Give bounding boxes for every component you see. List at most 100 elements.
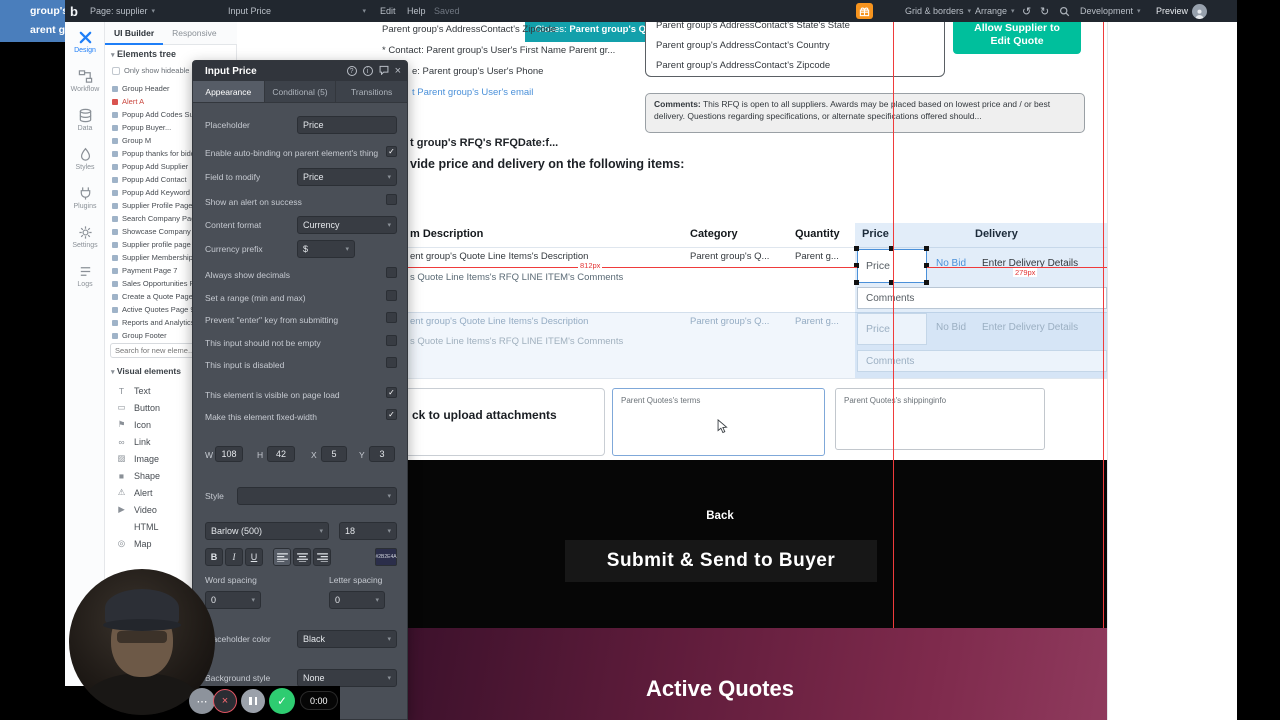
link-element-icon: ∞ <box>118 436 125 447</box>
set-range-checkbox[interactable] <box>386 290 397 301</box>
upload-attachments-box[interactable] <box>398 388 605 456</box>
upload-attachments-text[interactable]: ck to upload attachments <box>412 408 557 422</box>
resize-handle[interactable] <box>854 246 859 251</box>
undo-icon[interactable]: ↺ <box>1022 0 1031 22</box>
only-show-hideable[interactable]: Only show hideable <box>112 66 189 75</box>
comments-note-box[interactable]: Comments: This RFQ is open to all suppli… <box>645 93 1085 133</box>
align-left-icon[interactable] <box>273 548 291 566</box>
recorder-more-button[interactable]: ⋯ <box>189 688 215 714</box>
row2-price-input[interactable]: Price <box>857 313 927 345</box>
search-icon[interactable] <box>1059 0 1070 22</box>
chevron-down-icon: ▾ <box>967 8 972 15</box>
rail-item-styles[interactable]: Styles <box>65 139 105 178</box>
email-link-text[interactable]: t Parent group's User's email <box>412 87 533 98</box>
property-editor-titlebar[interactable]: Input Price ? i × <box>193 61 407 81</box>
elements-tree-header[interactable]: ▾ Elements tree <box>111 49 176 59</box>
recorder-pause-button[interactable] <box>241 689 265 713</box>
placeholder-color-select[interactable]: Black ▾ <box>297 630 397 648</box>
rail-item-data[interactable]: Data <box>65 100 105 139</box>
element-icon <box>112 176 118 183</box>
help-icon[interactable]: ? <box>346 66 357 76</box>
underline-button[interactable]: U <box>245 548 263 566</box>
rail-item-workflow[interactable]: Workflow <box>65 61 105 100</box>
placeholder-input[interactable]: Price <box>297 116 397 134</box>
width-input[interactable]: 108 <box>215 446 243 462</box>
edit-menu[interactable]: Edit <box>380 0 396 22</box>
price-input-element[interactable]: Price <box>857 249 927 283</box>
field-to-modify-select[interactable]: Price ▾ <box>297 168 397 186</box>
not-empty-checkbox[interactable] <box>386 335 397 346</box>
italic-button[interactable]: I <box>225 548 243 566</box>
content-format-label: Content format <box>205 220 262 230</box>
recorder-finish-button[interactable]: ✓ <box>269 688 295 714</box>
visual-elements-header[interactable]: ▾ Visual elements <box>111 366 181 376</box>
word-spacing-select[interactable]: 0 ▾ <box>205 591 261 609</box>
autobind-checkbox[interactable]: ✓ <box>386 146 397 157</box>
terms-box[interactable]: Parent Quotes's terms <box>612 388 825 456</box>
resize-handle[interactable] <box>854 280 859 285</box>
height-input[interactable]: 42 <box>267 446 295 462</box>
fixed-width-checkbox[interactable]: ✓ <box>386 409 397 420</box>
environment-select[interactable]: Development ▾ <box>1080 0 1141 22</box>
recorder-cancel-button[interactable]: × <box>213 689 237 713</box>
rail-item-settings[interactable]: Settings <box>65 217 105 256</box>
alert-on-success-checkbox[interactable] <box>386 194 397 205</box>
tab-appearance[interactable]: Appearance <box>193 81 265 102</box>
arrange-menu[interactable]: Arrange ▾ <box>975 0 1015 22</box>
help-menu[interactable]: Help <box>407 0 426 22</box>
prevent-enter-label: Prevent "enter" key from submitting <box>205 315 339 325</box>
show-decimals-label: Always show decimals <box>205 270 291 280</box>
redo-icon[interactable]: ↻ <box>1040 0 1049 22</box>
content-format-select[interactable]: Currency ▾ <box>297 216 397 234</box>
align-right-icon[interactable] <box>313 548 331 566</box>
y-input[interactable]: 3 <box>369 446 395 462</box>
currency-prefix-label: Currency prefix <box>205 244 263 254</box>
shipping-info-box[interactable]: Parent Quotes's shippinginfo <box>835 388 1045 450</box>
tab-ui-builder[interactable]: UI Builder <box>105 22 164 45</box>
bubble-logo[interactable]: b <box>70 4 78 19</box>
user-avatar[interactable] <box>1192 3 1207 19</box>
comment-icon[interactable] <box>379 65 389 77</box>
chevron-down-icon: ▾ <box>362 8 366 15</box>
resize-handle[interactable] <box>924 246 929 251</box>
font-family-select[interactable]: Barlow (500) ▾ <box>205 522 329 540</box>
element-select[interactable]: Input Price ▾ <box>228 0 366 22</box>
back-button[interactable]: Back <box>560 510 880 522</box>
page-select[interactable]: Page: supplier ▾ <box>90 0 155 22</box>
submit-send-button[interactable]: Submit & Send to Buyer <box>565 540 877 582</box>
grid-borders-menu[interactable]: Grid & borders ▾ <box>905 0 971 22</box>
style-select[interactable]: ▾ <box>237 487 397 505</box>
close-icon[interactable]: × <box>395 65 401 77</box>
preview-button[interactable]: Preview <box>1156 0 1188 22</box>
currency-prefix-select[interactable]: $ ▾ <box>297 240 355 258</box>
top-toolbar: b Page: supplier ▾ Input Price ▾ Edit Help… <box>65 0 1237 22</box>
disabled-checkbox[interactable] <box>386 357 397 368</box>
font-size-select[interactable]: 18 ▾ <box>339 522 397 540</box>
background-style-select[interactable]: None ▾ <box>297 669 397 687</box>
row2-comments-input[interactable]: Comments <box>857 350 1107 372</box>
prevent-enter-checkbox[interactable] <box>386 312 397 323</box>
row1-comments-input[interactable]: Comments <box>857 287 1107 309</box>
resize-handle[interactable] <box>924 280 929 285</box>
tab-conditional[interactable]: Conditional (5) <box>265 81 337 102</box>
visible-on-load-checkbox[interactable]: ✓ <box>386 387 397 398</box>
tab-responsive[interactable]: Responsive <box>163 22 225 45</box>
tab-transitions[interactable]: Transitions <box>336 81 407 102</box>
element-icon <box>112 163 118 170</box>
show-decimals-checkbox[interactable] <box>386 267 397 278</box>
data-icon <box>78 108 93 123</box>
row2-no-bid-link[interactable]: No Bid <box>936 322 966 333</box>
letter-spacing-select[interactable]: 0 ▾ <box>329 591 385 609</box>
checkbox[interactable] <box>112 66 120 75</box>
text-color-swatch[interactable]: #2B2E4A <box>375 548 397 566</box>
x-input[interactable]: 5 <box>321 446 347 462</box>
address-zipcode-text: Parent group's AddressContact's Zipcode <box>382 24 557 35</box>
rail-item-logs[interactable]: Logs <box>65 256 105 295</box>
bold-button[interactable]: B <box>205 548 223 566</box>
align-center-icon[interactable] <box>293 548 311 566</box>
gift-icon[interactable] <box>856 3 873 19</box>
row2-delivery-text[interactable]: Enter Delivery Details <box>982 322 1078 333</box>
rail-item-design[interactable]: Design <box>65 22 105 61</box>
info-icon[interactable]: i <box>362 66 373 76</box>
rail-item-plugins[interactable]: Plugins <box>65 178 105 217</box>
